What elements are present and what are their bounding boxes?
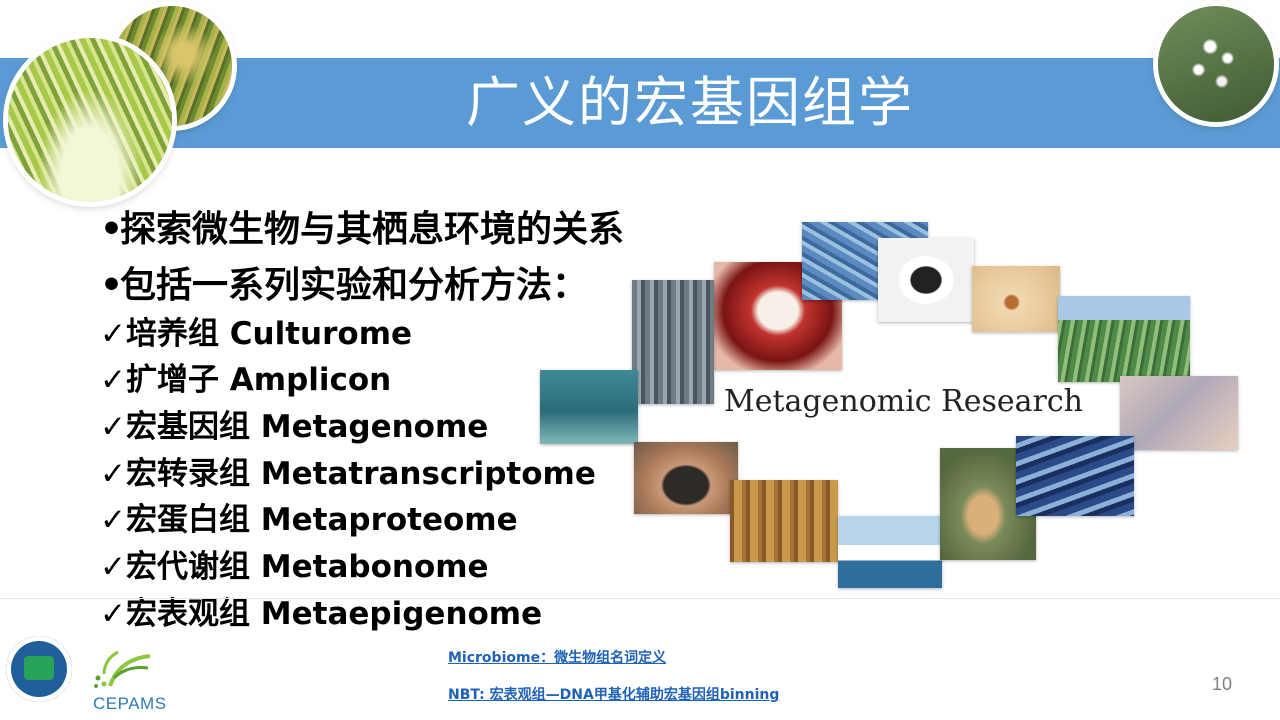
page-number: 10 <box>1212 674 1233 694</box>
checklist-item: ✓宏蛋白组 Metaproteome <box>100 494 518 539</box>
institute-logo-emblem <box>24 656 54 680</box>
checklist-text: 扩增子 Amplicon <box>125 362 392 398</box>
checklist-item: ✓宏代谢组 Metabonome <box>100 541 489 586</box>
footer-divider <box>0 598 1280 599</box>
check-icon: ✓ <box>100 409 126 445</box>
collage-label: Metagenomic Research <box>724 384 1083 419</box>
bullet-dot: • <box>100 209 124 250</box>
microbiome-definition-link[interactable]: Microbiome：微生物组名词定义 <box>448 647 666 667</box>
checklist-text: 宏表观组 Metaepigenome <box>125 596 543 632</box>
city-traffic-photo <box>632 280 714 404</box>
check-icon: ✓ <box>100 362 126 398</box>
cepams-logo-text: CEPAMS <box>93 694 167 713</box>
bullet-text: 包括一系列实验和分析方法： <box>120 265 589 306</box>
checklist-item: ✓宏表观组 Metaepigenome <box>100 588 542 633</box>
check-icon: ✓ <box>100 502 126 538</box>
checklist-text: 培养组 Culturome <box>125 316 413 352</box>
checklist-item: ✓扩增子 Amplicon <box>100 354 391 399</box>
farmland-photo <box>1058 296 1190 382</box>
bullet-dot: • <box>100 265 124 306</box>
soil-hands-photo <box>634 442 738 514</box>
check-icon: ✓ <box>100 596 126 632</box>
check-icon: ✓ <box>100 316 126 352</box>
bullet-item: •包括一系列实验和分析方法： <box>100 256 588 308</box>
ocean-photo <box>540 370 638 444</box>
checklist-text: 宏蛋白组 Metaproteome <box>125 502 518 538</box>
iceberg-photo <box>838 516 942 588</box>
forest-photo <box>730 480 838 562</box>
check-icon: ✓ <box>100 549 126 585</box>
checklist-item: ✓宏基因组 Metagenome <box>100 401 488 446</box>
cow-photo <box>878 238 974 322</box>
hospital-photo <box>1120 376 1238 450</box>
institute-logo <box>6 636 72 702</box>
checklist-item: ✓宏转录组 Metatranscriptome <box>100 448 596 493</box>
wheat-photo <box>8 38 172 202</box>
cepams-logo-icon <box>94 650 151 688</box>
checklist-text: 宏基因组 Metagenome <box>125 409 489 445</box>
checklist-text: 宏转录组 Metatranscriptome <box>125 456 596 492</box>
flower-photo <box>1158 6 1274 122</box>
tooth-decay-photo <box>972 266 1060 332</box>
checklist-text: 宏代谢组 Metabonome <box>125 549 489 585</box>
check-icon: ✓ <box>100 456 126 492</box>
oil-spill-photo <box>1016 436 1134 516</box>
checklist-item: ✓培养组 Culturome <box>100 308 412 353</box>
nbt-metaepigenome-link[interactable]: NBT: 宏表观组—DNA甲基化辅助宏基因组binning <box>448 684 779 704</box>
